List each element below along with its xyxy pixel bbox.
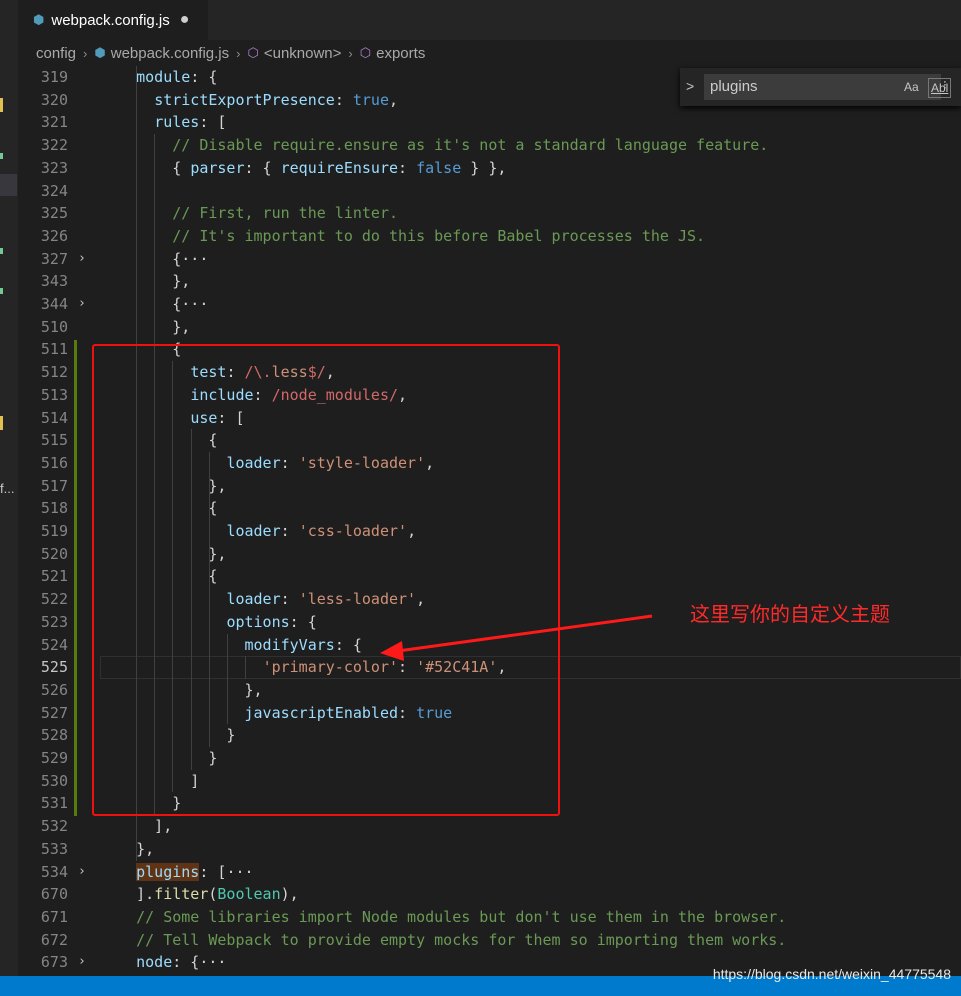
match-case-button[interactable]: Aa — [902, 78, 921, 96]
find-input-value: plugins — [710, 78, 758, 95]
more-options-icon[interactable]: ⁝ — [943, 78, 947, 92]
whole-word-button[interactable]: Abl — [928, 78, 952, 98]
find-widget: > plugins Aa Abl ⁝ — [680, 68, 961, 106]
annotation-text: 这里写你的自定义主题 — [690, 604, 890, 626]
watermark: https://blog.csdn.net/weixin_44775548 — [712, 966, 951, 982]
find-input[interactable]: plugins Aa Abl — [704, 74, 952, 100]
chevron-right-icon[interactable]: > — [686, 78, 694, 94]
annotation-arrow-icon — [380, 614, 653, 661]
